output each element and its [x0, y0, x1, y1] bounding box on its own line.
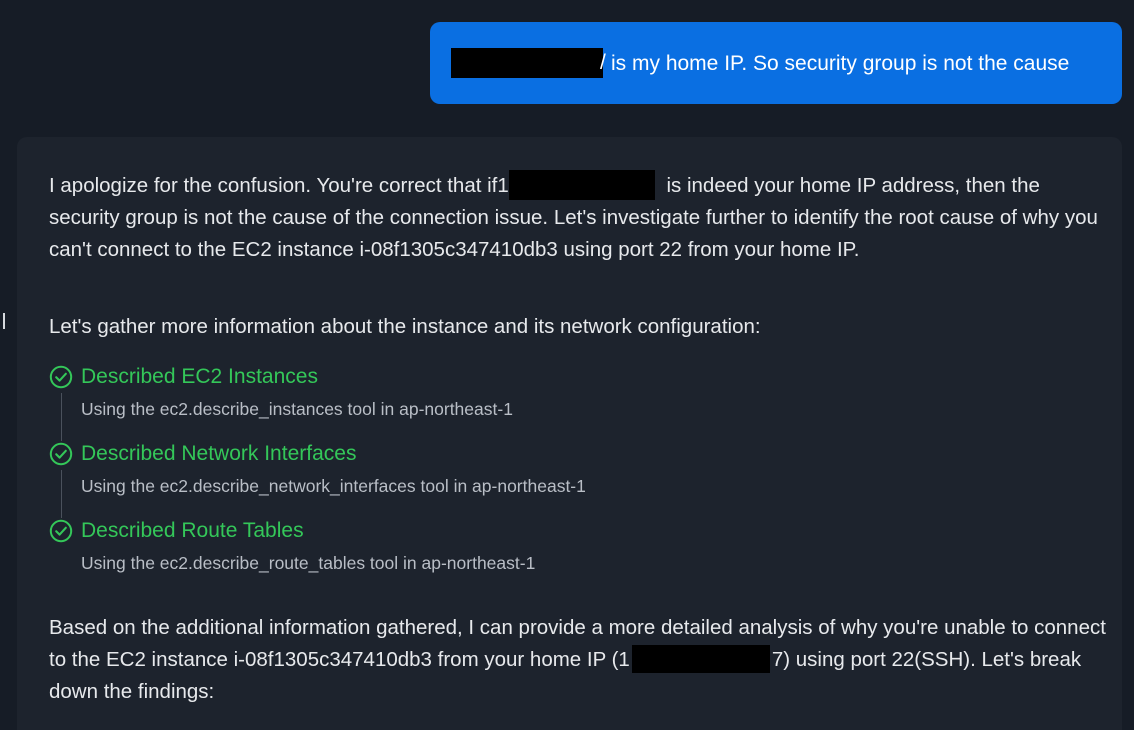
check-circle-icon [49, 519, 73, 543]
tool-step-description: Using the ec2.describe_network_interface… [81, 476, 586, 496]
tool-connector-line [61, 393, 62, 441]
check-circle-icon [49, 442, 73, 466]
tool-step-title: Described Route Tables [81, 519, 304, 542]
tool-step-description: Using the ec2.describe_instances tool in… [81, 399, 513, 419]
assistant-paragraph-2: Let's gather more information about the … [49, 315, 761, 338]
chat-view: / is my home IP. So security group is no… [0, 0, 1134, 730]
redacted-ip [451, 48, 603, 78]
assistant-paragraph-1: I apologize for the confusion. You're co… [49, 169, 1109, 266]
check-circle-icon [49, 365, 73, 389]
user-message-text: is my home IP. So security group is not … [611, 52, 1070, 75]
redacted-ip [631, 644, 770, 673]
redacted-ip [508, 169, 655, 200]
text-cursor [3, 313, 5, 329]
redaction-tail: / [600, 51, 606, 74]
tool-step-title: Described EC2 Instances [81, 365, 318, 388]
tool-step-description: Using the ec2.describe_route_tables tool… [81, 553, 536, 573]
paragraph-1-before: I apologize for the confusion. You're co… [49, 174, 509, 197]
user-message-bubble: / is my home IP. So security group is no… [430, 22, 1122, 104]
assistant-paragraph-3: Based on the additional information gath… [49, 612, 1109, 708]
tool-connector-line [61, 470, 62, 518]
tool-step-title: Described Network Interfaces [81, 442, 357, 465]
